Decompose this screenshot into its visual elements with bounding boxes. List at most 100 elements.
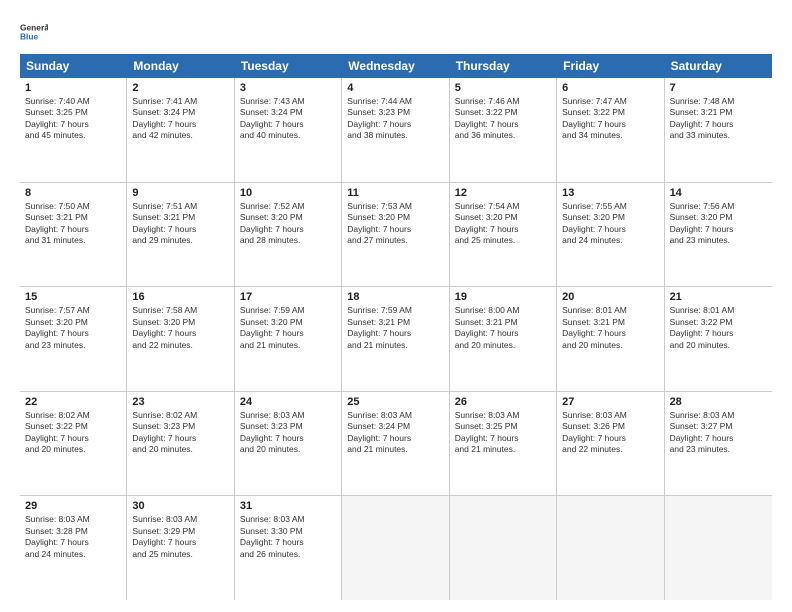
sunset-text: Sunset: 3:22 PM [670, 317, 767, 328]
day-number: 7 [670, 82, 767, 94]
calendar-cell: 7 Sunrise: 7:48 AM Sunset: 3:21 PM Dayli… [665, 78, 772, 182]
daylight-text: Daylight: 7 hoursand 28 minutes. [240, 224, 336, 247]
daylight-text: Daylight: 7 hoursand 20 minutes. [670, 328, 767, 351]
daylight-text: Daylight: 7 hoursand 42 minutes. [132, 119, 228, 142]
sunset-text: Sunset: 3:21 PM [347, 317, 443, 328]
calendar-cell: 29 Sunrise: 8:03 AM Sunset: 3:28 PM Dayl… [20, 496, 127, 600]
daylight-text: Daylight: 7 hoursand 21 minutes. [347, 433, 443, 456]
sunset-text: Sunset: 3:20 PM [670, 212, 767, 223]
header: General Blue [20, 18, 772, 46]
sunrise-text: Sunrise: 7:59 AM [240, 305, 336, 316]
sunrise-text: Sunrise: 8:03 AM [240, 514, 336, 525]
sunrise-text: Sunrise: 7:46 AM [455, 96, 551, 107]
sunrise-text: Sunrise: 7:43 AM [240, 96, 336, 107]
calendar-header-day: Saturday [665, 54, 772, 78]
calendar-cell: 14 Sunrise: 7:56 AM Sunset: 3:20 PM Dayl… [665, 183, 772, 287]
day-number: 10 [240, 187, 336, 199]
calendar-cell: 2 Sunrise: 7:41 AM Sunset: 3:24 PM Dayli… [127, 78, 234, 182]
calendar-cell: 11 Sunrise: 7:53 AM Sunset: 3:20 PM Dayl… [342, 183, 449, 287]
daylight-text: Daylight: 7 hoursand 21 minutes. [347, 328, 443, 351]
sunrise-text: Sunrise: 7:40 AM [25, 96, 121, 107]
sunrise-text: Sunrise: 8:03 AM [347, 410, 443, 421]
calendar-cell: 13 Sunrise: 7:55 AM Sunset: 3:20 PM Dayl… [557, 183, 664, 287]
sunset-text: Sunset: 3:25 PM [25, 107, 121, 118]
daylight-text: Daylight: 7 hoursand 22 minutes. [132, 328, 228, 351]
calendar-cell: 3 Sunrise: 7:43 AM Sunset: 3:24 PM Dayli… [235, 78, 342, 182]
calendar-cell [665, 496, 772, 600]
sunset-text: Sunset: 3:22 PM [455, 107, 551, 118]
sunrise-text: Sunrise: 8:03 AM [670, 410, 767, 421]
calendar-cell: 19 Sunrise: 8:00 AM Sunset: 3:21 PM Dayl… [450, 287, 557, 391]
daylight-text: Daylight: 7 hoursand 38 minutes. [347, 119, 443, 142]
sunset-text: Sunset: 3:21 PM [25, 212, 121, 223]
calendar-header-day: Tuesday [235, 54, 342, 78]
day-number: 27 [562, 396, 658, 408]
day-number: 11 [347, 187, 443, 199]
calendar-cell: 4 Sunrise: 7:44 AM Sunset: 3:23 PM Dayli… [342, 78, 449, 182]
page: General Blue SundayMondayTuesdayWednesda… [0, 0, 792, 612]
daylight-text: Daylight: 7 hoursand 25 minutes. [455, 224, 551, 247]
sunset-text: Sunset: 3:21 PM [455, 317, 551, 328]
sunrise-text: Sunrise: 8:03 AM [25, 514, 121, 525]
calendar-cell: 26 Sunrise: 8:03 AM Sunset: 3:25 PM Dayl… [450, 392, 557, 496]
sunrise-text: Sunrise: 7:58 AM [132, 305, 228, 316]
sunset-text: Sunset: 3:20 PM [455, 212, 551, 223]
daylight-text: Daylight: 7 hoursand 26 minutes. [240, 537, 336, 560]
sunrise-text: Sunrise: 8:03 AM [132, 514, 228, 525]
day-number: 29 [25, 500, 121, 512]
sunrise-text: Sunrise: 7:52 AM [240, 201, 336, 212]
day-number: 24 [240, 396, 336, 408]
sunrise-text: Sunrise: 8:03 AM [455, 410, 551, 421]
calendar-week-row: 15 Sunrise: 7:57 AM Sunset: 3:20 PM Dayl… [20, 287, 772, 392]
sunset-text: Sunset: 3:21 PM [562, 317, 658, 328]
sunset-text: Sunset: 3:20 PM [562, 212, 658, 223]
daylight-text: Daylight: 7 hoursand 24 minutes. [25, 537, 121, 560]
sunset-text: Sunset: 3:23 PM [240, 421, 336, 432]
day-number: 20 [562, 291, 658, 303]
calendar-cell: 22 Sunrise: 8:02 AM Sunset: 3:22 PM Dayl… [20, 392, 127, 496]
day-number: 19 [455, 291, 551, 303]
daylight-text: Daylight: 7 hoursand 33 minutes. [670, 119, 767, 142]
calendar-cell: 12 Sunrise: 7:54 AM Sunset: 3:20 PM Dayl… [450, 183, 557, 287]
sunrise-text: Sunrise: 7:57 AM [25, 305, 121, 316]
sunset-text: Sunset: 3:28 PM [25, 526, 121, 537]
daylight-text: Daylight: 7 hoursand 23 minutes. [670, 224, 767, 247]
sunrise-text: Sunrise: 7:41 AM [132, 96, 228, 107]
calendar-header: SundayMondayTuesdayWednesdayThursdayFrid… [20, 54, 772, 78]
calendar: SundayMondayTuesdayWednesdayThursdayFrid… [20, 54, 772, 600]
sunrise-text: Sunrise: 7:59 AM [347, 305, 443, 316]
calendar-week-row: 1 Sunrise: 7:40 AM Sunset: 3:25 PM Dayli… [20, 78, 772, 183]
day-number: 13 [562, 187, 658, 199]
calendar-cell: 28 Sunrise: 8:03 AM Sunset: 3:27 PM Dayl… [665, 392, 772, 496]
daylight-text: Daylight: 7 hoursand 34 minutes. [562, 119, 658, 142]
calendar-cell: 21 Sunrise: 8:01 AM Sunset: 3:22 PM Dayl… [665, 287, 772, 391]
day-number: 31 [240, 500, 336, 512]
calendar-cell: 30 Sunrise: 8:03 AM Sunset: 3:29 PM Dayl… [127, 496, 234, 600]
sunrise-text: Sunrise: 8:02 AM [132, 410, 228, 421]
sunrise-text: Sunrise: 7:56 AM [670, 201, 767, 212]
day-number: 9 [132, 187, 228, 199]
svg-text:Blue: Blue [20, 32, 38, 42]
sunrise-text: Sunrise: 7:53 AM [347, 201, 443, 212]
calendar-header-day: Thursday [450, 54, 557, 78]
day-number: 28 [670, 396, 767, 408]
day-number: 4 [347, 82, 443, 94]
sunrise-text: Sunrise: 8:03 AM [562, 410, 658, 421]
daylight-text: Daylight: 7 hoursand 20 minutes. [455, 328, 551, 351]
daylight-text: Daylight: 7 hoursand 29 minutes. [132, 224, 228, 247]
daylight-text: Daylight: 7 hoursand 20 minutes. [562, 328, 658, 351]
day-number: 6 [562, 82, 658, 94]
day-number: 26 [455, 396, 551, 408]
sunset-text: Sunset: 3:20 PM [132, 317, 228, 328]
sunset-text: Sunset: 3:30 PM [240, 526, 336, 537]
calendar-week-row: 29 Sunrise: 8:03 AM Sunset: 3:28 PM Dayl… [20, 496, 772, 600]
sunset-text: Sunset: 3:22 PM [562, 107, 658, 118]
sunrise-text: Sunrise: 8:01 AM [562, 305, 658, 316]
calendar-cell: 10 Sunrise: 7:52 AM Sunset: 3:20 PM Dayl… [235, 183, 342, 287]
day-number: 12 [455, 187, 551, 199]
daylight-text: Daylight: 7 hoursand 31 minutes. [25, 224, 121, 247]
day-number: 23 [132, 396, 228, 408]
sunset-text: Sunset: 3:20 PM [240, 212, 336, 223]
day-number: 1 [25, 82, 121, 94]
daylight-text: Daylight: 7 hoursand 27 minutes. [347, 224, 443, 247]
